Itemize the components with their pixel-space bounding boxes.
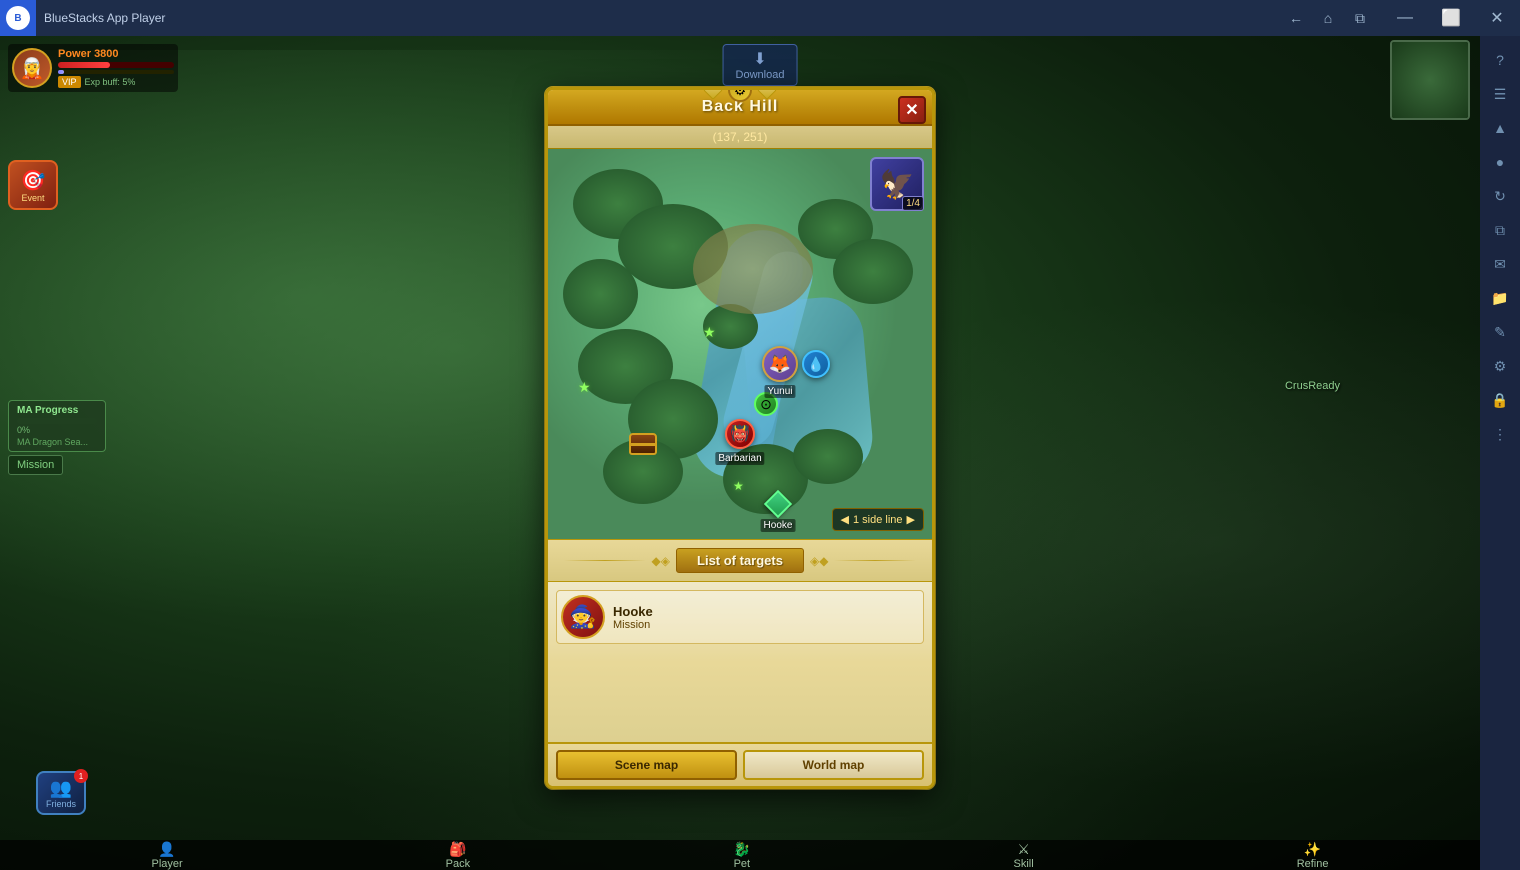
screenshot-icon[interactable]: ● [1484,146,1516,178]
targets-title: List of targets [676,548,804,573]
barbarian-icon: 👹 [725,419,755,449]
chest-marker[interactable] [629,433,657,455]
target-item-hooke[interactable]: 🧙 Hooke Mission [556,590,924,644]
hooke-diamond-icon [764,490,792,518]
volume-icon[interactable]: ▲ [1484,112,1516,144]
barbarian-marker[interactable]: 👹 Barbarian [725,419,755,449]
help-icon[interactable]: ? [1484,44,1516,76]
rotate-icon[interactable]: ↻ [1484,180,1516,212]
modal-footer: Scene map World map [548,742,932,786]
windows-button[interactable]: ⧉ [1346,4,1374,32]
side-line-button[interactable]: ◀ 1 side line ▶ [832,508,924,531]
hill-center [693,224,813,314]
bottom-bar: 👤 Player 🎒 Pack 🐉 Pet ⚔ Skill ✨ Refine [0,840,1480,870]
back-hill-modal: ⚙ Back Hill ✕ (137, 251) [545,87,935,789]
modal-overlay: ⚙ Back Hill ✕ (137, 251) [0,36,1480,840]
right-gem-icon [757,87,777,100]
target-name-hooke: Hooke [613,604,919,619]
bottom-player-label: Player [151,858,182,870]
target-info-hooke: Hooke Mission [613,604,919,631]
close-window-button[interactable]: ✕ [1474,0,1520,36]
targets-list: 🧙 Hooke Mission [548,582,932,662]
yunui-label: Yunui [764,385,795,398]
minimize-button[interactable]: — [1382,0,1428,36]
bottom-pack-label: Pack [446,858,470,870]
modal-top-decoration: ⚙ [706,87,774,102]
settings-icon[interactable]: ⚙ [1484,350,1516,382]
yunui-marker[interactable]: 🦊 Yunui [762,346,798,382]
bottom-skill[interactable]: ⚔ Skill [1014,841,1034,870]
camera-icon[interactable]: ✉ [1484,248,1516,280]
skill-icon: 💧 [802,350,830,378]
star-1: ★ [578,379,591,396]
lock-icon[interactable]: 🔒 [1484,384,1516,416]
bottom-refine[interactable]: ✨ Refine [1297,841,1329,870]
right-deco-line [834,560,916,561]
coords-bar: (137, 251) [548,126,932,149]
logo-icon: B [6,6,30,30]
barbarian-label: Barbarian [715,452,764,465]
right-diamond-deco: ◈◆ [810,554,828,568]
window-controls: — ⬜ ✕ [1382,0,1520,36]
arrow-left-icon: ◀ [841,513,849,526]
left-gem-icon [703,87,723,100]
titlebar: B BlueStacks App Player ← ⌂ ⧉ — ⬜ ✕ [0,0,1520,36]
target-type-hooke: Mission [613,619,919,631]
left-deco-line [564,560,646,561]
forest-10 [793,429,863,484]
folder-icon[interactable]: 📁 [1484,282,1516,314]
left-diamond-deco: ◆◈ [652,554,670,568]
character-panel[interactable]: 🦅 1/4 [870,157,924,211]
bluestacks-sidebar: ? ☰ ▲ ● ↻ ⧉ ✉ 📁 ✎ ⚙ 🔒 ⋮ [1480,36,1520,870]
chest-icon [629,433,657,455]
side-line-label: 1 side line [853,514,903,526]
titlebar-nav: ← ⌂ ⧉ [1282,4,1374,32]
star-2: ★ [703,324,716,341]
targets-header: ◆◈ List of targets ◈◆ [548,539,932,582]
coords-text: (137, 251) [713,130,768,144]
star-3: ★ [733,479,744,493]
app-title: BlueStacks App Player [44,11,1282,25]
edit-icon[interactable]: ✎ [1484,316,1516,348]
skill-marker[interactable]: 💧 [802,350,830,378]
share-icon[interactable]: ⋮ [1484,418,1516,450]
modal-close-button[interactable]: ✕ [898,96,926,124]
home-button[interactable]: ⌂ [1314,4,1342,32]
center-gear-icon: ⚙ [728,87,752,102]
world-map-tab[interactable]: World map [743,750,924,780]
bottom-refine-label: Refine [1297,858,1329,870]
yunui-icon: 🦊 [762,346,798,382]
back-button[interactable]: ← [1282,4,1310,32]
forest-3 [563,259,638,329]
bottom-pet-label: Pet [734,858,751,870]
maximize-button[interactable]: ⬜ [1428,0,1474,36]
scene-map-tab[interactable]: Scene map [556,750,737,780]
bottom-pet[interactable]: 🐉 Pet [733,841,750,870]
empty-space [548,662,932,742]
bottom-skill-label: Skill [1014,858,1034,870]
arrow-right-icon: ▶ [907,513,915,526]
bottom-pack[interactable]: 🎒 Pack [446,841,470,870]
app-logo: B [0,0,36,36]
bottom-player[interactable]: 👤 Player [151,841,182,870]
menu-icon[interactable]: ☰ [1484,78,1516,110]
apps-icon[interactable]: ⧉ [1484,214,1516,246]
target-avatar-hooke: 🧙 [561,595,605,639]
hooke-marker[interactable]: Hooke [768,494,788,514]
map-area[interactable]: 👹 Barbarian ⊙ 🦊 Yunui 💧 Hooke ★ [548,149,932,539]
char-counter: 1/4 [902,196,924,211]
forest-8 [833,239,913,304]
hooke-label: Hooke [761,519,796,532]
